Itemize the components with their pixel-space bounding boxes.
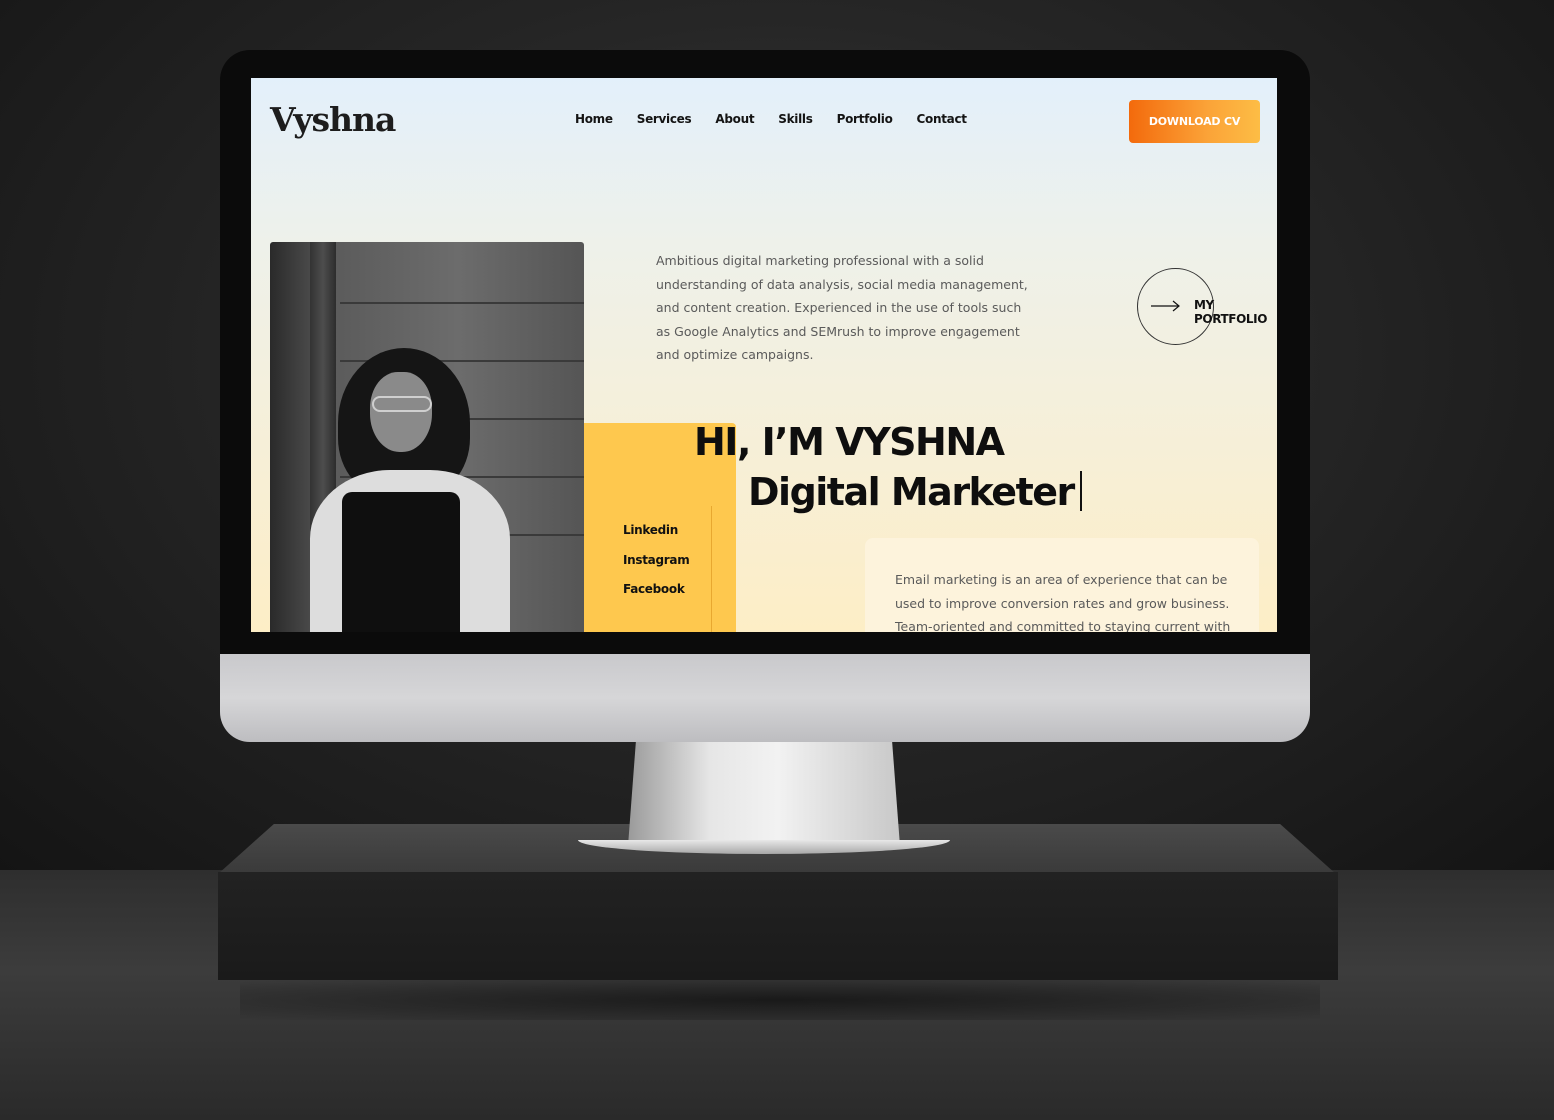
hero-title-text: Digital Marketer — [748, 470, 1075, 514]
social-instagram[interactable]: Instagram — [623, 553, 690, 567]
nav-skills[interactable]: Skills — [778, 112, 813, 126]
pedestal-shadow — [240, 980, 1320, 1020]
person-glasses — [372, 396, 432, 412]
social-divider — [711, 506, 712, 632]
my-portfolio-link[interactable]: MY PORTFOLIO — [1194, 298, 1277, 326]
person-overalls — [342, 492, 460, 632]
typing-cursor — [1079, 471, 1082, 511]
photo-plank — [340, 302, 584, 304]
hero-title: Digital Marketer — [748, 470, 1082, 514]
website-screen: Vyshna Home Services About Skills Portfo… — [251, 78, 1277, 632]
nav-about[interactable]: About — [715, 112, 754, 126]
main-nav: Home Services About Skills Portfolio Con… — [575, 112, 991, 126]
monitor-stand-neck — [628, 738, 900, 846]
monitor-chin — [220, 654, 1310, 742]
email-marketing-card: Email marketing is an area of experience… — [865, 538, 1259, 632]
arrow-right-icon[interactable] — [1151, 299, 1181, 313]
intro-paragraph: Ambitious digital marketing professional… — [656, 253, 1028, 362]
nav-home[interactable]: Home — [575, 112, 613, 126]
nav-services[interactable]: Services — [637, 112, 692, 126]
email-marketing-text: Email marketing is an area of experience… — [895, 572, 1231, 632]
social-facebook[interactable]: Facebook — [623, 582, 685, 596]
site-logo[interactable]: Vyshna — [270, 100, 396, 139]
nav-contact[interactable]: Contact — [917, 112, 967, 126]
nav-portfolio[interactable]: Portfolio — [837, 112, 893, 126]
social-linkedin[interactable]: Linkedin — [623, 523, 678, 537]
person-face — [370, 372, 432, 452]
download-cv-button[interactable]: DOWNLOAD CV — [1129, 100, 1260, 143]
profile-photo — [270, 242, 584, 632]
pedestal-front — [218, 872, 1338, 980]
hero-greeting: HI, I’M VYSHNA — [694, 420, 1005, 464]
